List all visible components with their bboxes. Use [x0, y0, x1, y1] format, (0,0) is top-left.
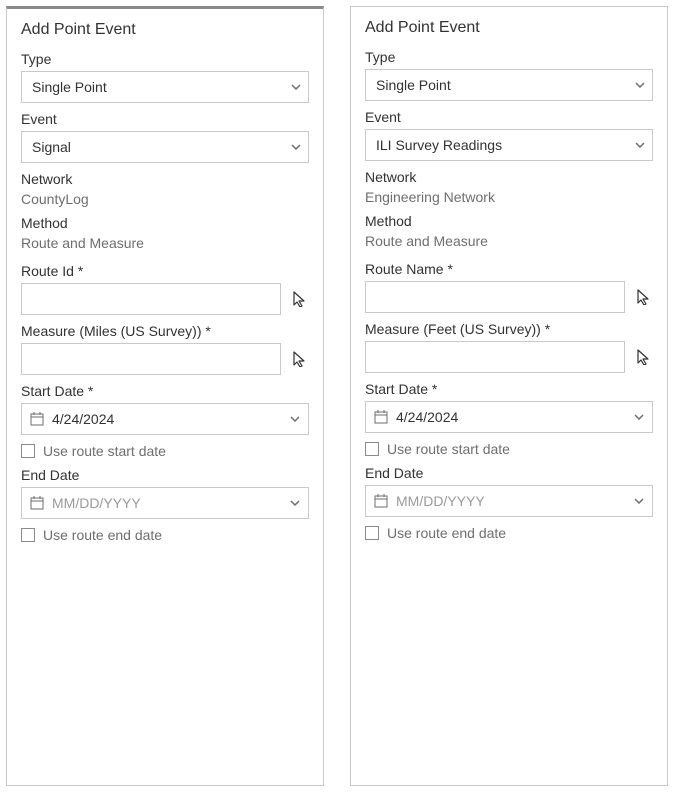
use-route-end-checkbox[interactable]: Use route end date — [365, 525, 653, 541]
calendar-icon — [30, 412, 44, 426]
cursor-icon — [636, 289, 650, 305]
chevron-down-icon — [634, 498, 644, 504]
network-value: Engineering Network — [365, 189, 653, 205]
start-date-picker[interactable]: 4/24/2024 — [365, 401, 653, 433]
end-date-label: End Date — [365, 465, 653, 481]
start-date-label: Start Date * — [21, 383, 309, 399]
cursor-icon — [636, 349, 650, 365]
chevron-down-icon — [634, 414, 644, 420]
start-date-label: Start Date * — [365, 381, 653, 397]
route-input[interactable] — [21, 283, 281, 315]
cursor-icon — [292, 351, 306, 367]
map-pick-button[interactable] — [289, 289, 309, 309]
map-pick-button[interactable] — [633, 347, 653, 367]
checkbox-label: Use route start date — [43, 443, 166, 459]
chevron-down-icon — [290, 500, 300, 506]
map-pick-button[interactable] — [633, 287, 653, 307]
method-label: Method — [365, 213, 653, 229]
measure-label: Measure (Feet (US Survey)) * — [365, 321, 653, 337]
type-label: Type — [365, 49, 653, 65]
end-date-placeholder: MM/DD/YYYY — [52, 495, 280, 511]
event-select[interactable] — [365, 129, 653, 161]
end-date-picker[interactable]: MM/DD/YYYY — [21, 487, 309, 519]
checkbox-icon — [21, 528, 35, 542]
method-value: Route and Measure — [365, 233, 653, 249]
method-label: Method — [21, 215, 309, 231]
event-select-input[interactable] — [21, 131, 309, 163]
map-pick-button[interactable] — [289, 349, 309, 369]
chevron-down-icon — [290, 416, 300, 422]
calendar-icon — [374, 494, 388, 508]
event-label: Event — [21, 111, 309, 127]
event-select[interactable] — [21, 131, 309, 163]
checkbox-label: Use route end date — [43, 527, 162, 543]
type-select[interactable] — [365, 69, 653, 101]
event-select-input[interactable] — [365, 129, 653, 161]
add-point-event-panel-left: Add Point Event Type Event Network Count… — [6, 6, 324, 786]
type-select-input[interactable] — [21, 71, 309, 103]
route-label: Route Name * — [365, 261, 653, 277]
network-value: CountyLog — [21, 191, 309, 207]
calendar-icon — [374, 410, 388, 424]
checkbox-icon — [365, 526, 379, 540]
use-route-start-checkbox[interactable]: Use route start date — [365, 441, 653, 457]
network-label: Network — [365, 169, 653, 185]
end-date-placeholder: MM/DD/YYYY — [396, 493, 624, 509]
panel-title: Add Point Event — [365, 19, 653, 37]
route-input[interactable] — [365, 281, 625, 313]
start-date-value: 4/24/2024 — [396, 409, 624, 425]
checkbox-label: Use route end date — [387, 525, 506, 541]
panel-title: Add Point Event — [21, 21, 309, 39]
network-label: Network — [21, 171, 309, 187]
type-select[interactable] — [21, 71, 309, 103]
type-select-input[interactable] — [365, 69, 653, 101]
checkbox-label: Use route start date — [387, 441, 510, 457]
start-date-picker[interactable]: 4/24/2024 — [21, 403, 309, 435]
checkbox-icon — [365, 442, 379, 456]
calendar-icon — [30, 496, 44, 510]
type-label: Type — [21, 51, 309, 67]
cursor-icon — [292, 291, 306, 307]
route-label: Route Id * — [21, 263, 309, 279]
checkbox-icon — [21, 444, 35, 458]
add-point-event-panel-right: Add Point Event Type Event Network Engin… — [350, 6, 668, 786]
start-date-value: 4/24/2024 — [52, 411, 280, 427]
use-route-end-checkbox[interactable]: Use route end date — [21, 527, 309, 543]
measure-label: Measure (Miles (US Survey)) * — [21, 323, 309, 339]
event-label: Event — [365, 109, 653, 125]
use-route-start-checkbox[interactable]: Use route start date — [21, 443, 309, 459]
end-date-label: End Date — [21, 467, 309, 483]
measure-input[interactable] — [21, 343, 281, 375]
end-date-picker[interactable]: MM/DD/YYYY — [365, 485, 653, 517]
method-value: Route and Measure — [21, 235, 309, 251]
measure-input[interactable] — [365, 341, 625, 373]
